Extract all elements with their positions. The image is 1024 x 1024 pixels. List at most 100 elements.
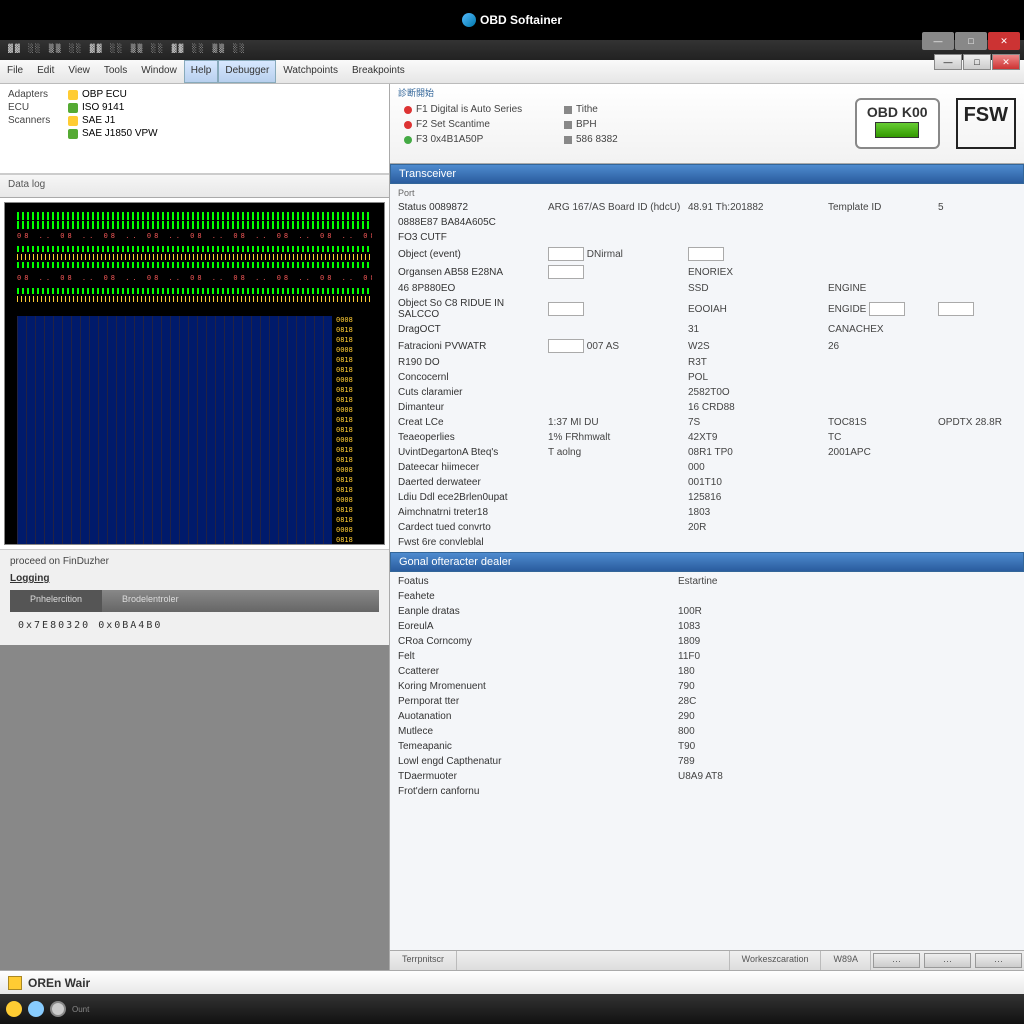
menu-watchpoints[interactable]: Watchpoints: [276, 60, 345, 83]
val: DNirmal: [548, 247, 688, 261]
footer-line: proceed on FinDuzher: [10, 556, 379, 567]
label: Teaeoperlies: [398, 432, 548, 443]
form-row: DragOCT 31CANACHEX: [398, 322, 1016, 337]
label: Organsen AB58 E28NA: [398, 267, 548, 278]
menu-debugger[interactable]: Debugger: [218, 60, 276, 83]
menu-file[interactable]: File: [0, 60, 30, 83]
hex-viewer[interactable]: 08 .. 08 .. 08 .. 08 .. 08 .. 08 .. 08 .…: [4, 202, 385, 545]
lc-0[interactable]: Adapters: [4, 88, 56, 101]
sub-port: Port: [398, 186, 1016, 200]
sb-btn-1[interactable]: ···: [873, 953, 920, 968]
tree-items: OBP ECU ISO 9141 SAE J1 SAE J1850 VPW: [60, 84, 389, 173]
val: POL: [688, 372, 828, 383]
tree-item[interactable]: SAE J1: [64, 114, 385, 127]
band-item[interactable]: F1 Digital is Auto Series: [404, 102, 536, 117]
menu-view[interactable]: View: [61, 60, 97, 83]
band-item[interactable]: Tithe: [564, 102, 636, 117]
band-item[interactable]: BPH: [564, 117, 636, 132]
input-field[interactable]: [688, 247, 724, 261]
form-row: Cardect tued convrto 20R: [398, 520, 1016, 535]
input-field[interactable]: [869, 302, 905, 316]
chip-icon: [68, 103, 78, 113]
band-item[interactable]: F3 0x4B1A50P: [404, 132, 536, 147]
form-row: Dimanteur 16 CRD88: [398, 400, 1016, 415]
val: 1% FRhmwalt: [548, 432, 688, 443]
taskbar[interactable]: Ount: [0, 994, 1024, 1024]
menubar[interactable]: File Edit View Tools Window Help Debugge…: [0, 60, 1024, 84]
menu-tools[interactable]: Tools: [97, 60, 134, 83]
tb-icon-2[interactable]: [28, 1001, 44, 1017]
form-row: Status 0089872 ARG 167/AS Board ID (hdcU…: [398, 200, 1016, 215]
val: 790: [678, 681, 695, 692]
form-row: Object So C8 RIDUE IN SALCCO EOOIAHENGID…: [398, 296, 1016, 322]
lc-1[interactable]: ECU: [4, 101, 56, 114]
val: 1803: [688, 507, 828, 518]
form-row: Concocernl POL: [398, 370, 1016, 385]
form-row: CRoa Corncomy1809: [398, 634, 1016, 649]
dot-icon: [404, 106, 412, 114]
val: 800: [678, 726, 695, 737]
form-row: Lowl engd Capthenatur789: [398, 754, 1016, 769]
badge-1[interactable]: —: [922, 32, 954, 50]
label: FO3 CUTF: [398, 232, 548, 243]
val: 1083: [678, 621, 700, 632]
close-button[interactable]: ✕: [992, 54, 1020, 70]
input-field[interactable]: [548, 247, 584, 261]
left-footer: proceed on FinDuzher Logging Pnhelerciti…: [0, 549, 389, 645]
val: [548, 302, 688, 316]
logging-link[interactable]: Logging: [10, 573, 379, 584]
label: Mutlece: [398, 726, 678, 737]
val: 100R: [678, 606, 702, 617]
footer-tabs[interactable]: PnhelercitionBrodelentroler: [10, 590, 379, 612]
input-field[interactable]: [548, 302, 584, 316]
lc-2[interactable]: Scanners: [4, 114, 56, 127]
obd-device-box[interactable]: OBD K00: [855, 98, 940, 149]
tb-icon-1[interactable]: [6, 1001, 22, 1017]
sb-1: Terrpnitscr: [390, 951, 457, 970]
sq-icon: [564, 121, 572, 129]
ft2[interactable]: Brodelentroler: [102, 590, 199, 612]
input-field[interactable]: [548, 339, 584, 353]
input-field[interactable]: [938, 302, 974, 316]
tree-header: Adapters ECU Scanners OBP ECU ISO 9141 S…: [0, 84, 389, 174]
label: Frot'dern canfornu: [398, 786, 678, 797]
badge-3[interactable]: ✕: [988, 32, 1020, 50]
section-general-header: Gonal ofteracter dealer: [390, 552, 1024, 572]
tree-item[interactable]: OBP ECU: [64, 88, 385, 101]
form-row: Daerted derwateer 001T10: [398, 475, 1016, 490]
band-item[interactable]: F2 Set Scantime: [404, 117, 536, 132]
val: 42XT9: [688, 432, 828, 443]
menu-help[interactable]: Help: [184, 60, 219, 83]
max-button[interactable]: □: [963, 54, 991, 70]
form-row: Teaeoperlies 1% FRhmwalt42XT9TC: [398, 430, 1016, 445]
menu-window[interactable]: Window: [134, 60, 184, 83]
val: 31: [688, 324, 828, 335]
ft1[interactable]: Pnhelercition: [10, 590, 102, 612]
label: Aimchnatrni treter18: [398, 507, 548, 518]
section-transceiver: Port Status 0089872 ARG 167/AS Board ID …: [390, 184, 1024, 552]
form-row: Aimchnatrni treter18 1803: [398, 505, 1016, 520]
label: Cardect tued convrto: [398, 522, 548, 533]
label: R190 DO: [398, 357, 548, 368]
val: SSD: [688, 283, 828, 294]
title-text: OBD Softainer: [480, 13, 562, 27]
form-row: EoreulA1083: [398, 619, 1016, 634]
val: 290: [678, 711, 695, 722]
tree-item[interactable]: ISO 9141: [64, 101, 385, 114]
min-button[interactable]: —: [934, 54, 962, 70]
menu-edit[interactable]: Edit: [30, 60, 61, 83]
band-item[interactable]: 586 8382: [564, 132, 636, 147]
tree-item[interactable]: SAE J1850 VPW: [64, 127, 385, 140]
input-field[interactable]: [548, 265, 584, 279]
badge-2[interactable]: □: [955, 32, 987, 50]
menu-breakpoints[interactable]: Breakpoints: [345, 60, 412, 83]
sb-btn-2[interactable]: ···: [924, 953, 971, 968]
label: Concocernl: [398, 372, 548, 383]
val: 125816: [688, 492, 828, 503]
band-tab[interactable]: 診断開始: [390, 84, 442, 101]
left-subtab[interactable]: Data log: [0, 174, 389, 198]
val: 1809: [678, 636, 700, 647]
sb-btn-3[interactable]: ···: [975, 953, 1022, 968]
label: Foatus: [398, 576, 678, 587]
tb-icon-3[interactable]: [50, 1001, 66, 1017]
